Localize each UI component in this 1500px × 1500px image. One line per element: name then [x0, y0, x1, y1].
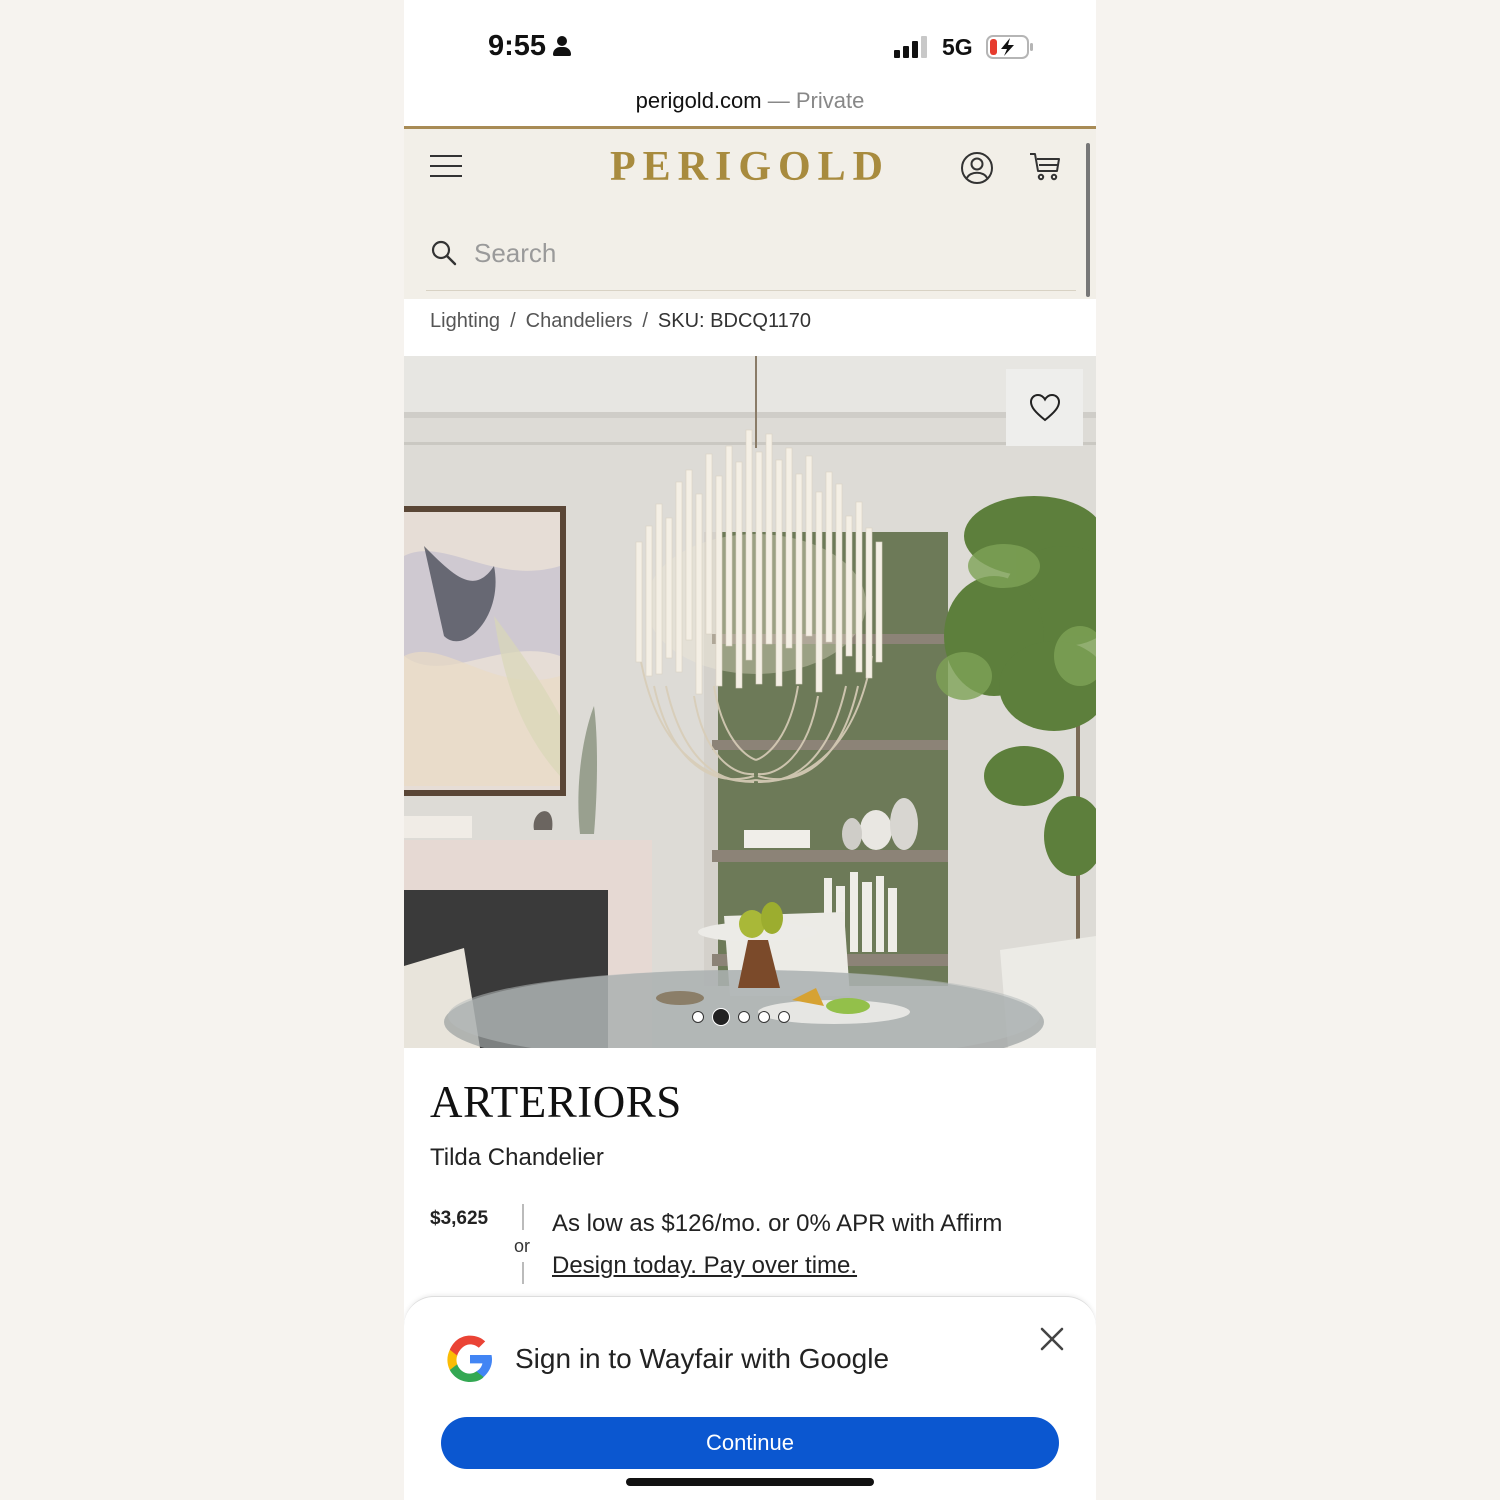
breadcrumb-sku: SKU: BDCQ1170 [657, 310, 811, 332]
status-bar: 9:55 5G [404, 0, 1096, 80]
scrollbar[interactable] [1086, 143, 1090, 297]
carousel-dot[interactable] [778, 1011, 790, 1023]
search-bar [426, 225, 1076, 291]
cart-icon[interactable] [1028, 149, 1062, 183]
breadcrumb-chandeliers[interactable]: Chandeliers [526, 310, 633, 333]
carousel-dot[interactable] [738, 1011, 750, 1023]
breadcrumb-separator: / [510, 310, 516, 332]
time-text: 9:55 [488, 30, 547, 62]
product-image-carousel[interactable] [404, 356, 1096, 1048]
url-domain: perigold.com [635, 88, 762, 113]
phone-screen: 9:55 5G perigold.com — Private PERIGOLD [404, 0, 1096, 1500]
private-mode-label: — Private [767, 88, 865, 113]
home-indicator[interactable] [626, 1478, 874, 1486]
carousel-dots [692, 1008, 790, 1026]
breadcrumb-lighting[interactable]: Lighting [430, 310, 500, 333]
search-input[interactable] [474, 233, 1054, 273]
divider [522, 1204, 524, 1230]
heart-icon [1029, 393, 1060, 421]
financing-text: As low as $126/mo. or 0% APR with Affirm [552, 1210, 1003, 1237]
favorite-button[interactable] [1006, 369, 1083, 446]
breadcrumb-separator: / [642, 310, 648, 332]
battery-charging-icon [986, 35, 1033, 59]
breadcrumb: Lighting / Chandeliers / SKU: BDCQ1170 [430, 310, 811, 333]
google-signin-sheet: Sign in to Wayfair with Google Continue [404, 1296, 1096, 1500]
product-name: Tilda Chandelier [430, 1144, 604, 1171]
signal-icon [894, 36, 932, 58]
network-type: 5G [942, 34, 973, 60]
or-label: or [514, 1236, 531, 1256]
close-icon [1040, 1327, 1064, 1351]
continue-button[interactable]: Continue [441, 1417, 1059, 1469]
signin-title: Sign in to Wayfair with Google [515, 1343, 890, 1374]
person-icon [552, 35, 572, 58]
search-icon [431, 240, 457, 266]
site-header: PERIGOLD [404, 129, 1096, 299]
divider [522, 1262, 524, 1284]
close-button[interactable] [1034, 1321, 1070, 1357]
carousel-dot-active[interactable] [712, 1008, 730, 1026]
carousel-dot[interactable] [758, 1011, 770, 1023]
status-time: 9:55 [488, 30, 572, 63]
product-brand[interactable]: ARTERIORS [430, 1076, 682, 1128]
account-icon[interactable] [960, 151, 994, 185]
product-photo [404, 356, 1096, 1048]
product-price: $3,625 [430, 1208, 489, 1229]
carousel-dot[interactable] [692, 1011, 704, 1023]
url-bar[interactable]: perigold.com — Private [404, 80, 1096, 126]
financing-link[interactable]: Design today. Pay over time. [552, 1252, 857, 1280]
google-logo-icon [447, 1335, 492, 1382]
